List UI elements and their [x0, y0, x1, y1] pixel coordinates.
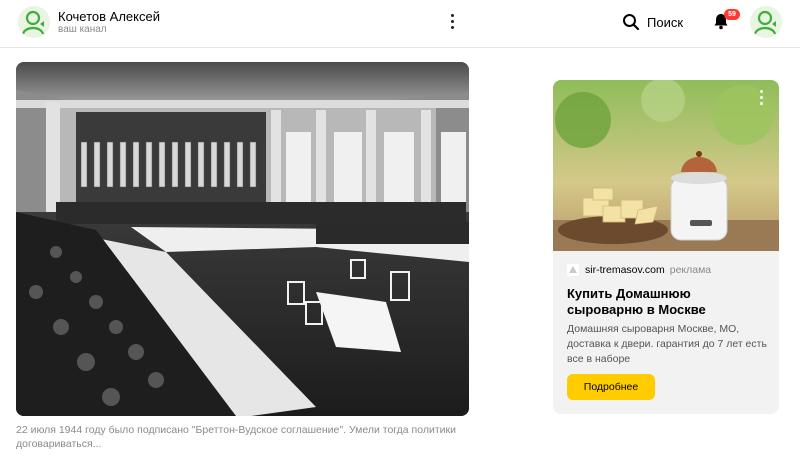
channel-subtitle: ваш канал [58, 24, 107, 35]
ad-details-button[interactable]: Подробнее [567, 374, 655, 400]
post-caption[interactable]: 22 июля 1944 году было подписано "Бретто… [16, 423, 476, 451]
ad-domain[interactable]: sir-tremasov.com [585, 264, 665, 276]
search-icon [623, 14, 640, 31]
search-button[interactable]: Поиск [622, 11, 683, 33]
ad-source[interactable]: sir-tremasov.com реклама [567, 264, 711, 276]
ad-image[interactable] [553, 80, 779, 251]
conference-hall-photo [16, 62, 469, 416]
ad-label: реклама [669, 264, 712, 276]
more-vertical-icon [451, 14, 454, 17]
more-vertical-icon [760, 90, 763, 93]
search-label: Поиск [647, 14, 684, 30]
channel-avatar[interactable] [18, 6, 50, 38]
more-options-button[interactable] [445, 12, 461, 32]
cheese-maker-photo [553, 80, 779, 251]
channel-name[interactable]: Кочетов Алексей [58, 9, 160, 24]
post-photo[interactable] [16, 62, 469, 416]
ad-description: Домашняя сыроварня Москве, МО, доставка … [567, 323, 767, 365]
avatar-person-icon [750, 6, 782, 38]
ad-card[interactable]: sir-tremasov.com реклама Купить Домашнюю… [553, 80, 779, 414]
notification-badge: 59 [724, 9, 740, 20]
site-favicon-icon [567, 264, 579, 276]
ad-title[interactable]: Купить Домашнюю сыроварню в Москве [567, 286, 767, 318]
user-avatar[interactable] [750, 6, 782, 38]
ad-more-options-button[interactable] [756, 88, 768, 106]
avatar-person-icon [18, 6, 50, 38]
top-bar: Кочетов Алексей ваш канал Поиск 59 [0, 0, 800, 48]
